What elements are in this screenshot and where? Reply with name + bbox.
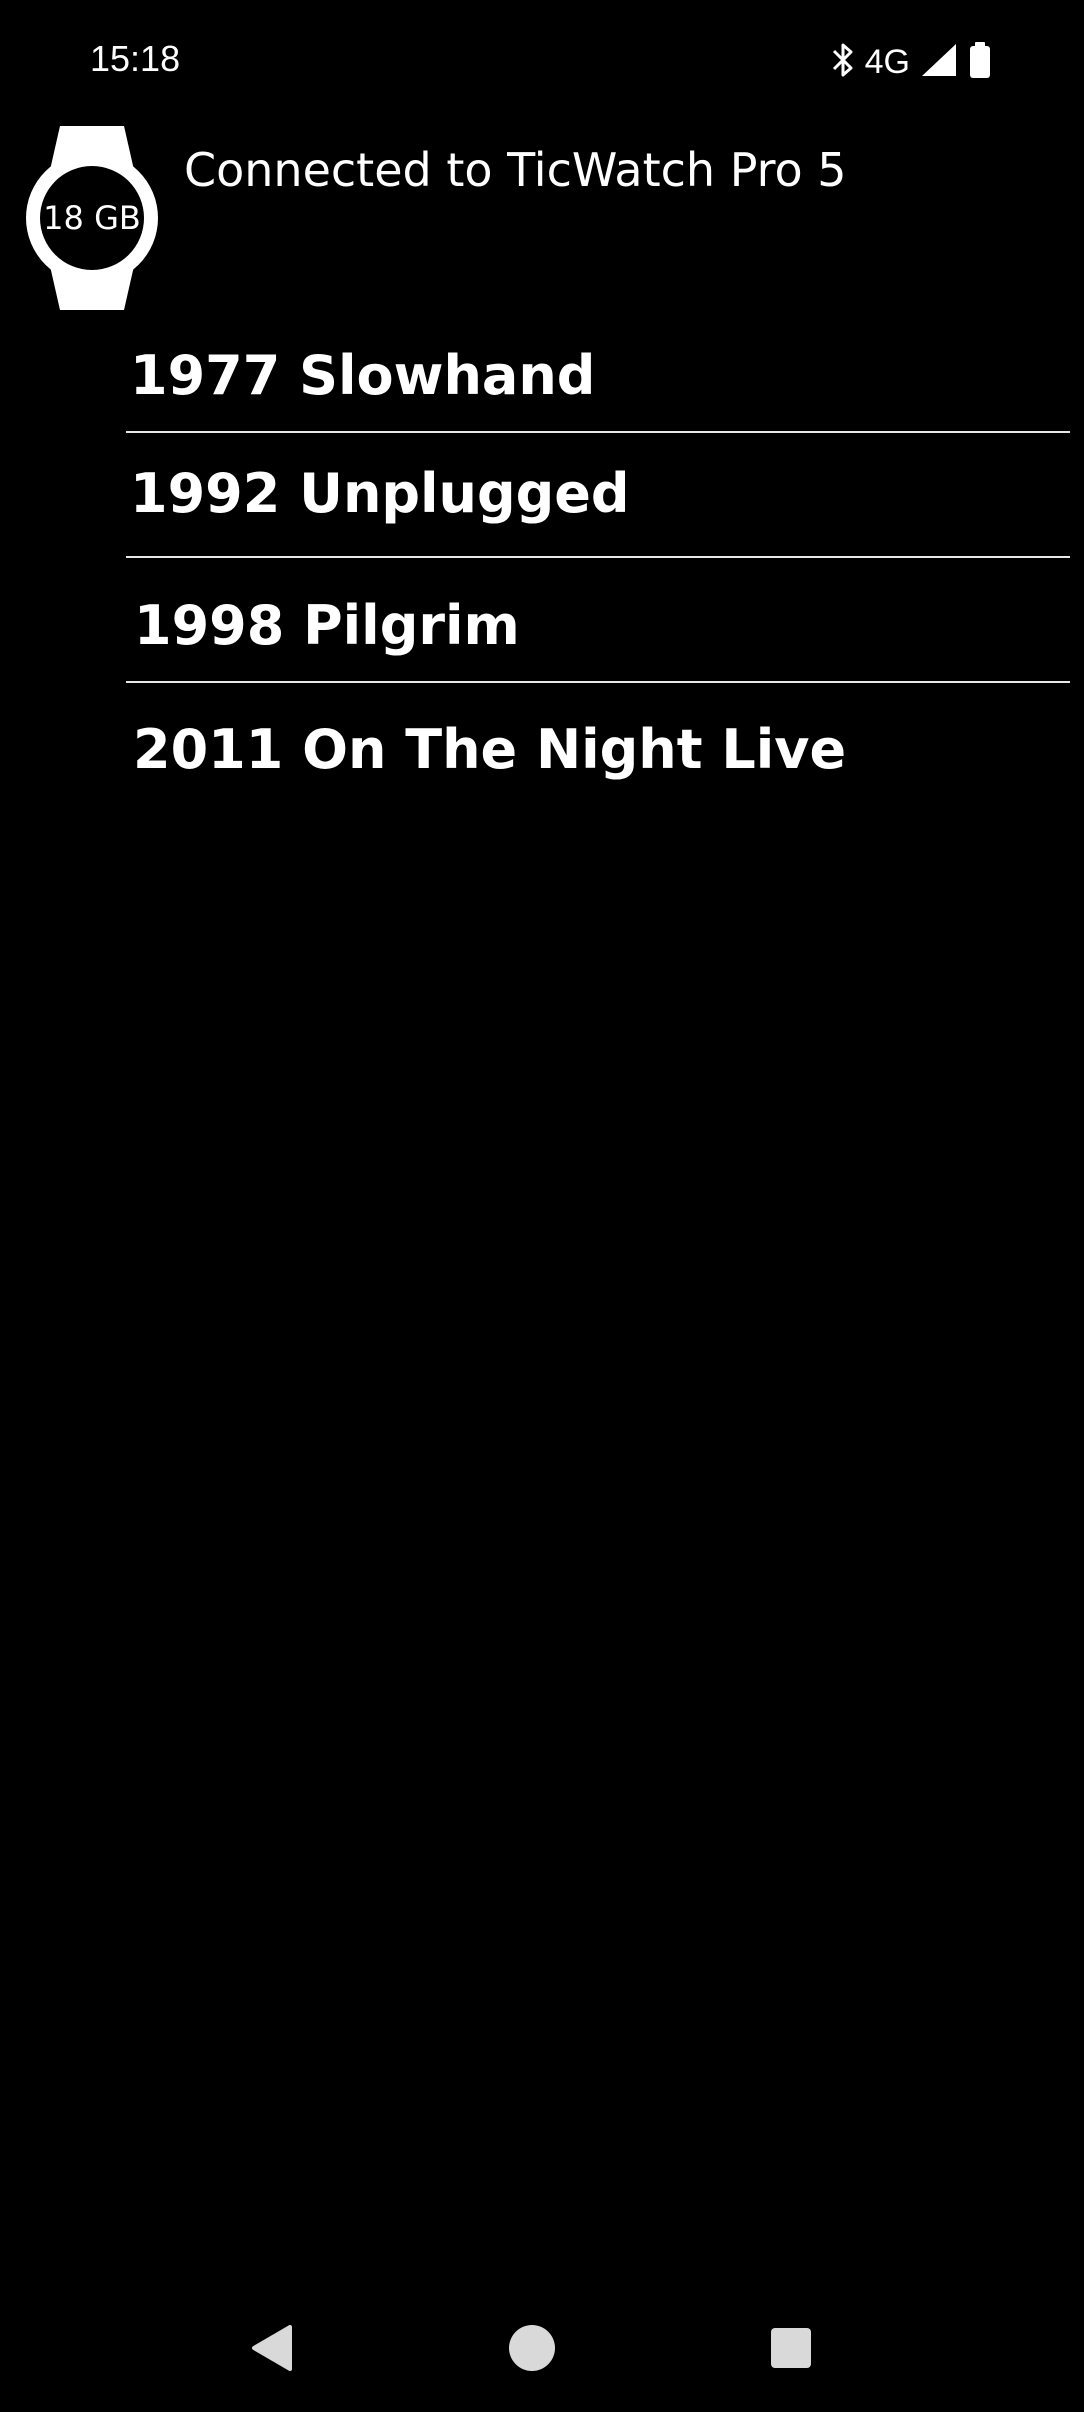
album-label: 2011 On The Night Live: [133, 718, 847, 781]
battery-icon: [968, 41, 992, 83]
album-item[interactable]: 1992 Unplugged: [126, 448, 1070, 568]
list-divider: [126, 556, 1070, 558]
bluetooth-icon: [831, 41, 855, 83]
network-label: 4G: [864, 42, 910, 81]
watch-storage-label: 18 GB: [43, 199, 141, 237]
album-label: 1977 Slowhand: [130, 344, 596, 407]
back-icon[interactable]: [250, 2325, 296, 2371]
status-bar: 15:18 4G: [0, 0, 1084, 126]
album-label: 1992 Unplugged: [130, 462, 630, 525]
connection-status-title: Connected to TicWatch Pro 5: [184, 143, 847, 197]
signal-icon: [920, 42, 958, 82]
album-label: 1998 Pilgrim: [134, 594, 520, 657]
status-icons: 4G: [831, 40, 992, 84]
list-divider: [126, 681, 1070, 683]
list-divider: [126, 431, 1070, 433]
home-icon[interactable]: [508, 2324, 556, 2372]
status-time: 15:18: [90, 38, 181, 79]
recents-icon[interactable]: [770, 2327, 812, 2369]
album-item[interactable]: 2011 On The Night Live: [126, 704, 1070, 824]
